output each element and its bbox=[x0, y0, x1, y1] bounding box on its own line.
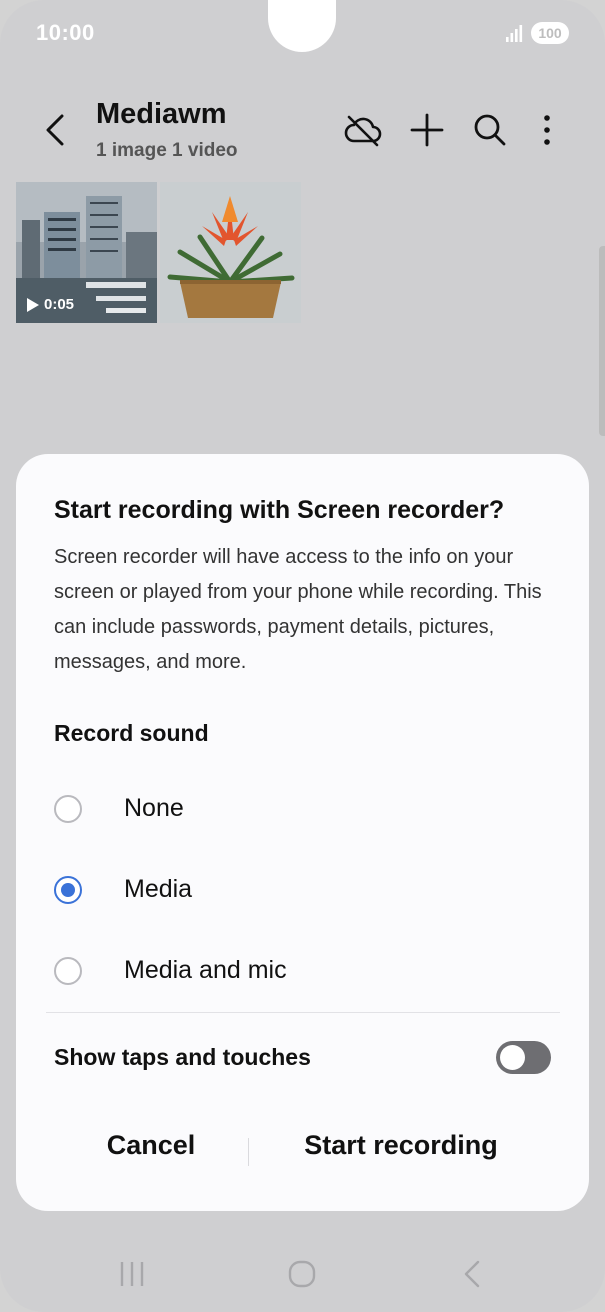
screen: 10:00 100 Mediawm 1 image 1 video 0:05 S… bbox=[0, 0, 605, 1312]
duration-label: 0:05 bbox=[44, 296, 75, 313]
option-none[interactable]: None bbox=[54, 785, 554, 835]
potted-plant-image bbox=[160, 182, 301, 323]
more-icon[interactable] bbox=[527, 110, 567, 150]
home-icon[interactable] bbox=[282, 1256, 322, 1292]
recents-icon[interactable] bbox=[112, 1256, 152, 1292]
record-sound-label: Record sound bbox=[54, 720, 209, 746]
video-duration: 0:05 bbox=[26, 296, 74, 313]
option-label: Media bbox=[124, 875, 193, 903]
radio-media-and-mic[interactable] bbox=[54, 957, 82, 985]
radio-none[interactable] bbox=[54, 795, 82, 823]
show-taps-label: Show taps and touches bbox=[54, 1044, 311, 1070]
option-media-and-mic[interactable]: Media and mic bbox=[54, 947, 554, 997]
button-separator bbox=[248, 1138, 249, 1166]
option-label: Media and mic bbox=[124, 956, 287, 984]
camera-notch bbox=[268, 0, 336, 52]
battery-indicator: 100 bbox=[531, 22, 569, 44]
status-time: 10:00 bbox=[36, 20, 95, 45]
play-icon bbox=[27, 297, 39, 312]
page-title: Mediawm bbox=[96, 98, 227, 130]
add-icon[interactable] bbox=[407, 110, 447, 150]
option-media[interactable]: Media bbox=[54, 866, 554, 916]
album-header: Mediawm 1 image 1 video bbox=[0, 92, 605, 172]
image-thumbnail[interactable] bbox=[160, 182, 301, 323]
video-thumbnail[interactable]: 0:05 bbox=[16, 182, 157, 323]
cancel-button[interactable]: Cancel bbox=[76, 1130, 226, 1161]
screen-recorder-dialog: Start recording with Screen recorder? Sc… bbox=[16, 454, 589, 1211]
show-taps-toggle[interactable] bbox=[496, 1041, 551, 1074]
search-icon[interactable] bbox=[470, 110, 510, 150]
page-subtitle: 1 image 1 video bbox=[96, 140, 238, 161]
divider bbox=[46, 1012, 560, 1013]
signal-icon bbox=[506, 25, 523, 42]
dialog-message: Screen recorder will have access to the … bbox=[54, 546, 542, 673]
dialog-title: Start recording with Screen recorder? bbox=[54, 496, 505, 524]
back-nav-icon[interactable] bbox=[452, 1256, 492, 1292]
edge-panel-handle[interactable] bbox=[599, 246, 605, 436]
cloud-off-icon[interactable] bbox=[343, 110, 383, 150]
back-icon[interactable] bbox=[38, 110, 74, 150]
radio-media[interactable] bbox=[54, 876, 82, 904]
start-recording-button[interactable]: Start recording bbox=[276, 1130, 526, 1161]
option-label: None bbox=[124, 794, 184, 822]
